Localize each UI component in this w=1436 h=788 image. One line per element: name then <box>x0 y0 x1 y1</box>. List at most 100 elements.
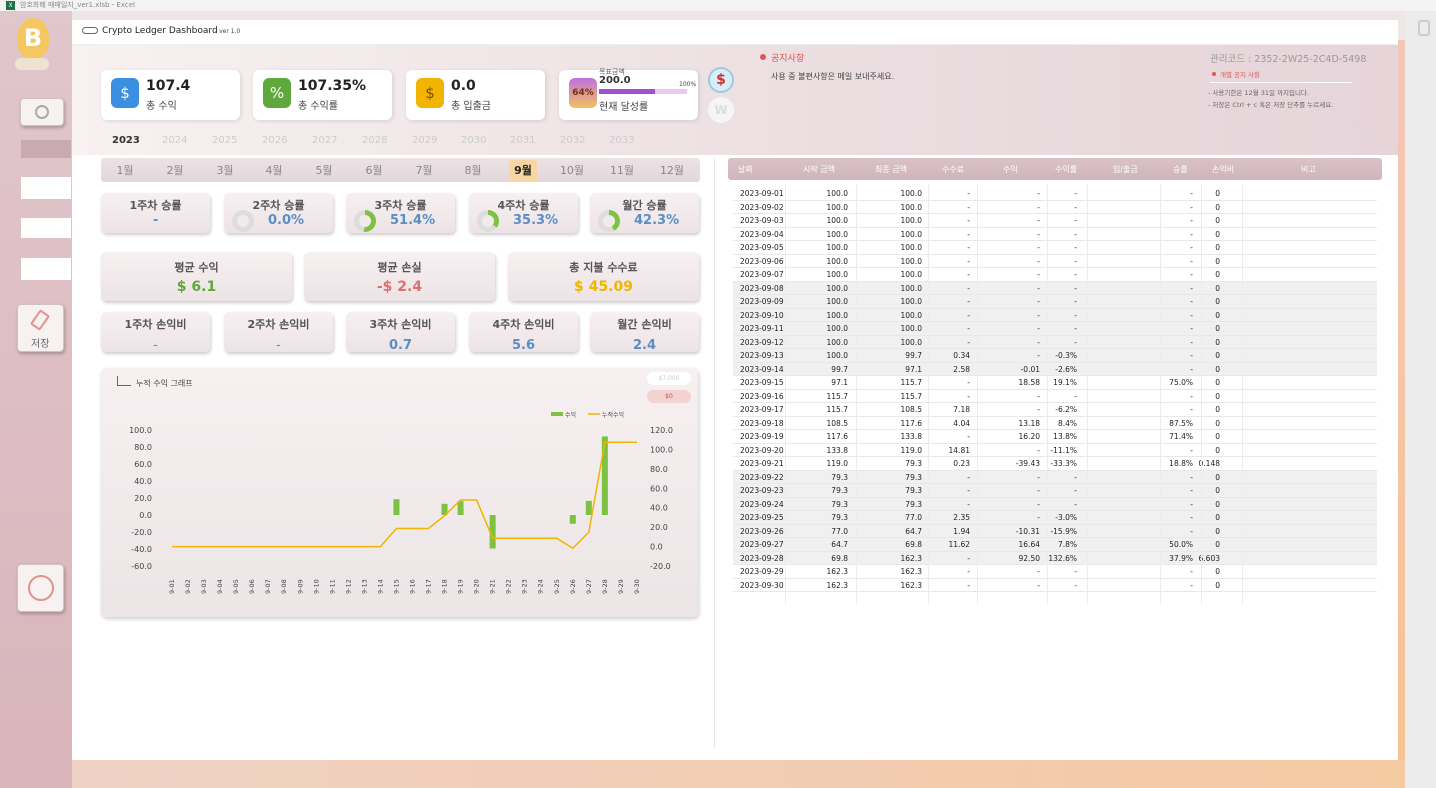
month-tab[interactable]: 3월 <box>211 160 239 182</box>
table-row[interactable]: 2023-09-05 100.0 100.0 - - - - 0 <box>733 241 1377 255</box>
table-cell: 100.0 <box>900 283 922 293</box>
goal-max: 100% <box>679 81 697 88</box>
year-tab[interactable]: 2031 <box>510 135 535 146</box>
table-cell: 100.0 <box>826 243 848 252</box>
cloud-sync-button[interactable] <box>17 564 64 612</box>
year-tab[interactable]: 2028 <box>362 135 387 146</box>
table-cell: - <box>967 256 970 266</box>
table-cell: 2023-09-12 <box>740 337 784 347</box>
sidebar-tab-dashboard[interactable] <box>21 140 71 158</box>
y-right-tick: 20.0 <box>650 523 668 532</box>
table-row[interactable]: 2023-09-23 79.3 79.3 - - - - 0 <box>733 484 1377 498</box>
table-row[interactable]: 2023-09-16 115.7 115.7 - - - - 0 <box>733 390 1377 403</box>
month-tab[interactable]: 7월 <box>410 160 438 182</box>
table-row[interactable]: 2023-09-07 100.0 100.0 - - - - 0 <box>733 268 1377 282</box>
table-row[interactable]: 2023-09-02 100.0 100.0 - - - - 0 <box>733 201 1377 214</box>
table-row[interactable]: 2023-09-25 79.3 77.0 2.35 - -3.0% - 0 <box>733 511 1377 525</box>
table-row[interactable]: 2023-09-08 100.0 100.0 - - - - 0 <box>733 281 1377 295</box>
table-row[interactable]: 2023-09-20 133.8 119.0 14.81- -11.1% -0 <box>733 444 1377 457</box>
save-button[interactable]: 저장 <box>17 304 64 352</box>
month-tab[interactable]: 4월 <box>260 160 288 182</box>
table-row[interactable]: 2023-09-03 100.0 100.0 - - - - 0 <box>733 214 1377 228</box>
table-cell: - <box>1037 283 1040 293</box>
table-cell: 2023-09-10 <box>740 310 784 320</box>
win-rate-card: 3주차 승률 51.4% <box>346 193 455 233</box>
year-tab[interactable]: 2023 <box>112 135 140 146</box>
month-tab[interactable]: 6월 <box>360 160 388 182</box>
year-tab[interactable]: 2025 <box>212 135 237 146</box>
table-row[interactable]: 2023-09-04 100.0 100.0 - - - - 0 <box>733 228 1377 241</box>
power-button[interactable] <box>20 98 64 126</box>
year-tab[interactable]: 2032 <box>560 135 585 146</box>
year-tab[interactable]: 2027 <box>312 135 337 146</box>
year-tab[interactable]: 2030 <box>461 135 486 146</box>
table-cell: 133.8 <box>826 445 848 455</box>
month-tab[interactable]: 11월 <box>608 160 636 182</box>
table-row[interactable]: 2023-09-26 77.0 64.7 1.94 -10.31 -15.9% - 0 <box>733 524 1377 538</box>
table-row[interactable]: 2023-09-19 117.6 133.8 - 16.20 13.8% 71.4% 0 <box>733 430 1377 444</box>
table-cell: 133.8 <box>900 432 922 441</box>
table-cell: 0 <box>1215 229 1220 239</box>
goal-pct-badge: 64% <box>569 78 597 108</box>
table-cell: 0 <box>1215 580 1220 590</box>
y-right-tick: 0.0 <box>650 543 663 552</box>
table-cell: - <box>1037 324 1040 333</box>
year-tab[interactable]: 2026 <box>262 135 287 146</box>
table-row[interactable]: 2023-09-11 100.0 100.0 - - - - 0 <box>733 322 1377 336</box>
table-cell: 0 <box>1215 216 1220 225</box>
currency-usd-button[interactable]: $ <box>708 67 734 93</box>
table-row[interactable]: 2023-09-09 100.0 100.0 - - - - 0 <box>733 295 1377 309</box>
sidebar-tab-records[interactable] <box>21 218 71 238</box>
table-row[interactable]: 2023-09-14 99.7 97.1 2.58 -0.01 -2.6% - 0 <box>733 362 1377 376</box>
year-tab[interactable]: 2029 <box>412 135 437 146</box>
sidebar <box>0 11 72 788</box>
month-tab[interactable]: 1월 <box>111 160 139 182</box>
table-row[interactable]: 2023-09-28 69.8 162.3-92.50 132.6% 37.9% 6.60… <box>733 551 1377 565</box>
table-row[interactable]: 2023-09-10 100.0 100.0 - - - - 0 <box>733 308 1377 322</box>
table-row[interactable]: 2023-09-15 97.1 115.7 - 18.58 19.1% 75.0% 0 <box>733 376 1377 390</box>
table-cell: 2023-09-30 <box>740 580 784 590</box>
power-icon <box>35 105 49 119</box>
table-header-cell: 승률 <box>1173 165 1188 174</box>
month-tab[interactable]: 2월 <box>161 160 189 182</box>
y-right-tick: -20.0 <box>650 562 671 571</box>
table-row[interactable]: 2023-09-21 119.0 79.3 0.23 -39.43 -33.3% 18.8%… <box>733 457 1377 471</box>
y-left-tick: -40.0 <box>131 545 152 554</box>
table-row[interactable]: 2023-09-12 100.0 100.0 - - - - 0 <box>733 335 1377 349</box>
table-row[interactable]: 2023-09-30 162.3 162.3 - - - - 0 <box>733 579 1377 592</box>
month-tab[interactable]: 8월 <box>459 160 487 182</box>
pl-ratio-card: 월간 손익비 2.4 <box>590 312 699 353</box>
currency-krw-button[interactable]: W <box>708 97 734 123</box>
month-tab[interactable]: 12월 <box>658 160 686 182</box>
table-col-line <box>856 184 857 604</box>
table-row[interactable]: 2023-09-24 79.3 79.3 - - - - 0 <box>733 497 1377 511</box>
table-row[interactable]: 2023-09-29 162.3 162.3 - - - - 0 <box>733 565 1377 579</box>
year-tab[interactable]: 2033 <box>609 135 634 146</box>
month-tab[interactable]: 9월 <box>509 160 537 182</box>
table-cell: - <box>1037 189 1040 198</box>
month-tab[interactable]: 10월 <box>558 160 586 182</box>
pl-ratio-label: 2주차 손익비 <box>247 318 310 331</box>
sidebar-tab-journal[interactable] <box>21 177 71 199</box>
table-row[interactable]: 2023-09-27 64.7 69.8 11.62 16.64 7.8% 50.0% 0 <box>733 538 1377 552</box>
win-rate-value: - <box>153 213 159 228</box>
table-cell: 2023-09-05 <box>740 243 784 252</box>
table-row[interactable]: 2023-09-22 79.3 79.3 - - - - 0 <box>733 470 1377 484</box>
table-row[interactable]: 2023-09-17 115.7 108.5 7.18 - -6.2% - 0 <box>733 403 1377 417</box>
table-row[interactable]: 2023-09-18 108.5 117.6 4.04 13.18 8.4% 87.5% 0 <box>733 417 1377 430</box>
table-row[interactable]: 2023-09-13 100.0 99.7 0.34 - -0.3% - 0 <box>733 349 1377 363</box>
table-row[interactable]: 2023-09-06 100.0 100.0 - - - - 0 <box>733 255 1377 268</box>
table-cell: - <box>1037 229 1040 239</box>
x-tick: 9-26 <box>569 579 577 594</box>
year-tab[interactable]: 2024 <box>162 135 187 146</box>
legend-label: 수익 <box>565 411 576 419</box>
table-cell: 100.0 <box>826 297 848 306</box>
sidebar-tab-data[interactable] <box>21 258 71 280</box>
y-left-tick: -20.0 <box>131 528 152 537</box>
table-row[interactable]: 2023-09-01 100.0 100.0 - - - - 0 <box>733 187 1377 201</box>
table-cell: 0 <box>1215 567 1220 576</box>
win-rate-donut <box>477 210 499 232</box>
month-tab[interactable]: 5월 <box>310 160 338 182</box>
y-left-tick: 60.0 <box>134 460 152 469</box>
x-tick: 9-13 <box>360 579 368 594</box>
